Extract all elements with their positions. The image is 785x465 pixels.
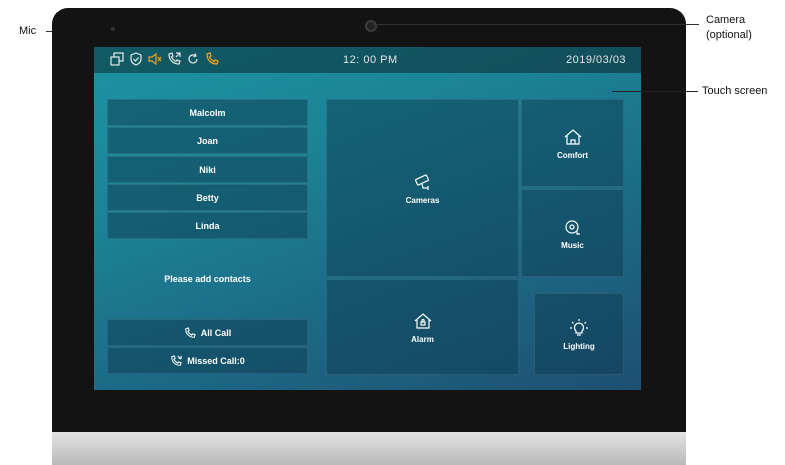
- status-icons: [110, 51, 219, 67]
- shield-icon[interactable]: [129, 51, 143, 67]
- alarm-label: Alarm: [411, 334, 434, 344]
- cctv-camera-icon: [414, 173, 429, 190]
- mic-annotation: Mic: [19, 25, 37, 37]
- cameras-tile[interactable]: Cameras: [326, 99, 519, 277]
- device-stand: [52, 432, 686, 465]
- add-contacts-prompt: Please add contacts: [164, 274, 251, 284]
- camera-annotation-line2: (optional): [706, 29, 752, 41]
- mute-icon[interactable]: [148, 51, 162, 67]
- contact-item[interactable]: Niki: [107, 156, 308, 183]
- touch-screen-annotation: Touch screen: [702, 85, 768, 97]
- call-forward-icon[interactable]: [167, 51, 181, 67]
- status-bar: 12: 00 PM 2019/03/03: [94, 47, 641, 73]
- alarm-tile[interactable]: Alarm: [326, 279, 519, 375]
- music-tile[interactable]: Music: [521, 189, 624, 277]
- touch-screen: 12: 00 PM 2019/03/03 Malcolm Joan Niki B…: [94, 47, 641, 390]
- missed-call-label: Missed Call:0: [187, 355, 245, 366]
- light-bulb-icon: [570, 318, 588, 336]
- touch-screen-leader-line: [612, 91, 698, 92]
- camera-annotation: Camera (optional): [706, 13, 752, 43]
- lighting-tile[interactable]: Lighting: [534, 293, 624, 375]
- all-call-label: All Call: [200, 327, 232, 338]
- comfort-label: Comfort: [556, 150, 589, 160]
- cameras-label: Cameras: [405, 195, 440, 205]
- redial-icon[interactable]: [186, 51, 200, 67]
- comfort-tile[interactable]: Comfort: [521, 99, 624, 187]
- contact-item[interactable]: Linda: [107, 212, 308, 239]
- mic-hole: [111, 27, 115, 31]
- phone-icon: [184, 326, 196, 338]
- lighting-label: Lighting: [563, 341, 595, 351]
- contact-item[interactable]: Joan: [107, 127, 308, 154]
- clock-time: 12: 00 PM: [343, 54, 398, 66]
- home-comfort-icon: [564, 128, 581, 145]
- contact-item[interactable]: Betty: [107, 184, 308, 211]
- date-display: 2019/03/03: [566, 54, 627, 66]
- camera-lens: [365, 20, 377, 32]
- phone-icon[interactable]: [205, 51, 219, 67]
- camera-annotation-line1: Camera: [706, 14, 746, 26]
- music-icon: [564, 219, 580, 235]
- music-label: Music: [561, 240, 584, 250]
- alarm-house-icon: [414, 312, 431, 329]
- contact-item[interactable]: Malcolm: [107, 99, 308, 126]
- camera-leader-line: [373, 24, 699, 25]
- window-icon[interactable]: [110, 51, 124, 67]
- missed-call-button[interactable]: Missed Call:0: [107, 347, 308, 374]
- all-call-button[interactable]: All Call: [107, 319, 308, 346]
- missed-call-icon: [171, 354, 183, 366]
